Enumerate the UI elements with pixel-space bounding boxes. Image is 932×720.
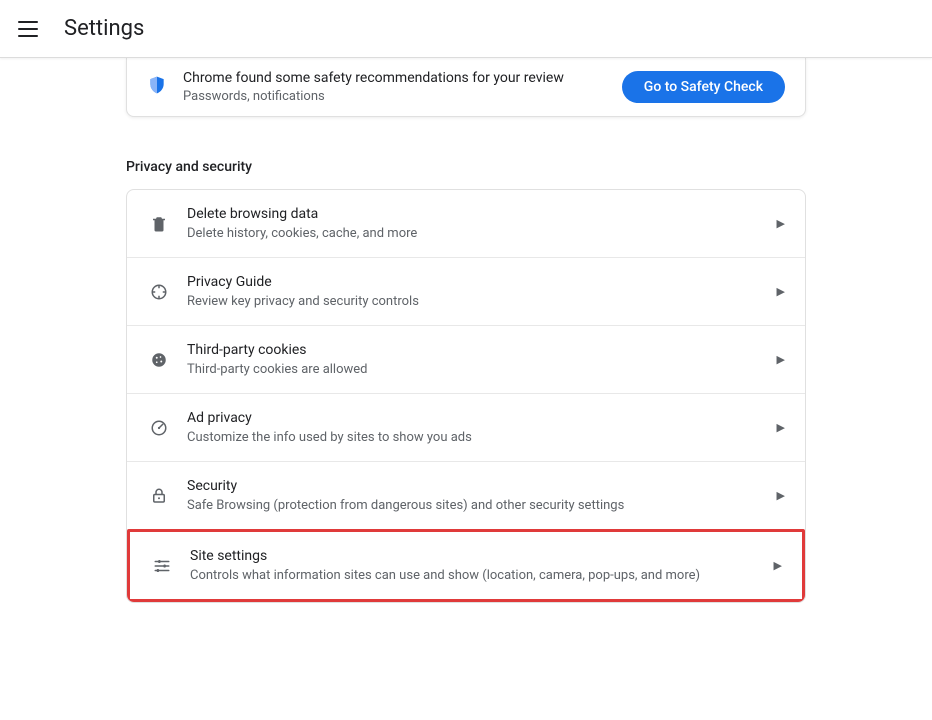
header-bar: Settings xyxy=(0,0,932,58)
chevron-right-icon: ▶ xyxy=(777,285,785,298)
row-title: Third-party cookies xyxy=(187,340,765,360)
row-security[interactable]: Security Safe Browsing (protection from … xyxy=(127,461,805,529)
row-title: Site settings xyxy=(190,546,762,566)
row-site-settings[interactable]: Site settings Controls what information … xyxy=(130,532,802,599)
lock-icon xyxy=(147,487,171,505)
trash-icon xyxy=(147,215,171,233)
row-third-party-cookies[interactable]: Third-party cookies Third-party cookies … xyxy=(127,325,805,393)
privacy-security-list: Delete browsing data Delete history, coo… xyxy=(126,189,806,603)
row-subtitle: Safe Browsing (protection from dangerous… xyxy=(187,497,765,515)
sliders-icon xyxy=(150,557,174,575)
safety-title: Chrome found some safety recommendations… xyxy=(183,68,622,88)
safety-text: Chrome found some safety recommendations… xyxy=(183,68,622,106)
row-text: Privacy Guide Review key privacy and sec… xyxy=(187,272,765,311)
safety-check-card: Chrome found some safety recommendations… xyxy=(126,58,806,117)
row-text: Security Safe Browsing (protection from … xyxy=(187,476,765,515)
safety-subtitle: Passwords, notifications xyxy=(183,88,622,106)
go-to-safety-check-button[interactable]: Go to Safety Check xyxy=(622,71,785,103)
row-subtitle: Third-party cookies are allowed xyxy=(187,361,765,379)
row-text: Ad privacy Customize the info used by si… xyxy=(187,408,765,447)
chevron-right-icon: ▶ xyxy=(777,217,785,230)
chevron-right-icon: ▶ xyxy=(777,353,785,366)
row-title: Security xyxy=(187,476,765,496)
content-area: Chrome found some safety recommendations… xyxy=(0,58,932,643)
chevron-right-icon: ▶ xyxy=(777,421,785,434)
row-title: Ad privacy xyxy=(187,408,765,428)
highlight-box: Site settings Controls what information … xyxy=(127,529,805,602)
compass-icon xyxy=(147,283,171,301)
row-privacy-guide[interactable]: Privacy Guide Review key privacy and sec… xyxy=(127,257,805,325)
row-subtitle: Review key privacy and security controls xyxy=(187,293,765,311)
row-text: Delete browsing data Delete history, coo… xyxy=(187,204,765,243)
row-subtitle: Delete history, cookies, cache, and more xyxy=(187,225,765,243)
row-subtitle: Controls what information sites can use … xyxy=(190,567,762,585)
cookie-icon xyxy=(147,351,171,369)
row-subtitle: Customize the info used by sites to show… xyxy=(187,429,765,447)
page-title: Settings xyxy=(64,16,144,41)
row-delete-browsing-data[interactable]: Delete browsing data Delete history, coo… xyxy=(127,190,805,257)
shield-icon xyxy=(147,75,167,99)
section-label: Privacy and security xyxy=(126,159,806,175)
menu-icon[interactable] xyxy=(18,17,42,41)
row-ad-privacy[interactable]: Ad privacy Customize the info used by si… xyxy=(127,393,805,461)
chevron-right-icon: ▶ xyxy=(777,489,785,502)
row-text: Site settings Controls what information … xyxy=(190,546,762,585)
row-title: Delete browsing data xyxy=(187,204,765,224)
row-text: Third-party cookies Third-party cookies … xyxy=(187,340,765,379)
ad-privacy-icon xyxy=(147,419,171,437)
row-title: Privacy Guide xyxy=(187,272,765,292)
chevron-right-icon: ▶ xyxy=(774,559,782,572)
